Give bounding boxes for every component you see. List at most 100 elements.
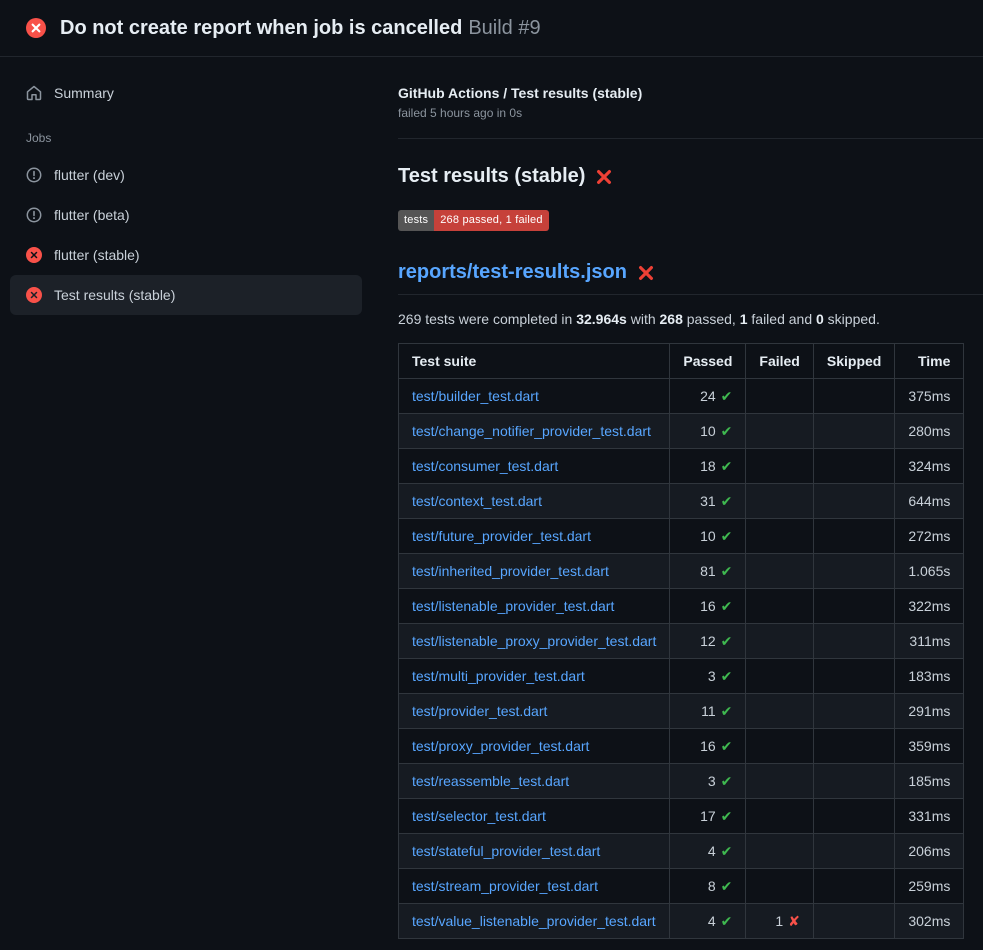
suite-cell: test/consumer_test.dart xyxy=(399,449,670,484)
passed-cell: 4✔ xyxy=(670,904,746,939)
test-results-table: Test suitePassedFailedSkippedTime test/b… xyxy=(398,343,964,939)
suite-cell: test/reassemble_test.dart xyxy=(399,764,670,799)
check-icon: ✔ xyxy=(721,563,733,579)
test-suite-link[interactable]: test/reassemble_test.dart xyxy=(412,773,569,789)
test-suite-link[interactable]: test/provider_test.dart xyxy=(412,703,547,719)
test-suite-link[interactable]: test/value_listenable_provider_test.dart xyxy=(412,913,656,929)
test-suite-link[interactable]: test/consumer_test.dart xyxy=(412,458,558,474)
test-suite-link[interactable]: test/listenable_proxy_provider_test.dart xyxy=(412,633,656,649)
failed-cell: 1✘ xyxy=(746,904,813,939)
sidebar-item-job[interactable]: Test results (stable) xyxy=(10,275,362,315)
failed-cell xyxy=(746,869,813,904)
test-suite-link[interactable]: test/future_provider_test.dart xyxy=(412,528,591,544)
page-header: Do not create report when job is cancell… xyxy=(0,0,983,57)
badge-value: 268 passed, 1 failed xyxy=(434,210,548,231)
sidebar-item-job[interactable]: flutter (stable) xyxy=(10,235,362,275)
passed-cell: 11✔ xyxy=(670,694,746,729)
test-suite-link[interactable]: test/stateful_provider_test.dart xyxy=(412,843,600,859)
column-header: Test suite xyxy=(399,344,670,379)
check-icon: ✔ xyxy=(721,808,733,824)
job-label: flutter (beta) xyxy=(54,205,129,225)
test-suite-link[interactable]: test/listenable_provider_test.dart xyxy=(412,598,614,614)
passed-cell: 4✔ xyxy=(670,834,746,869)
time-cell: 311ms xyxy=(895,624,964,659)
passed-count: 4 xyxy=(708,913,716,929)
sidebar-item-summary[interactable]: Summary xyxy=(10,73,362,113)
passed-count: 24 xyxy=(700,388,716,404)
test-suite-link[interactable]: test/selector_test.dart xyxy=(412,808,546,824)
badge-label: tests xyxy=(398,210,434,231)
table-row: test/provider_test.dart11✔291ms xyxy=(399,694,964,729)
test-suite-link[interactable]: test/proxy_provider_test.dart xyxy=(412,738,589,754)
sidebar-item-job[interactable]: flutter (dev) xyxy=(10,155,362,195)
job-label: Test results (stable) xyxy=(54,285,175,305)
suite-cell: test/listenable_proxy_provider_test.dart xyxy=(399,624,670,659)
table-row: test/multi_provider_test.dart3✔183ms xyxy=(399,659,964,694)
time-cell: 324ms xyxy=(895,449,964,484)
check-icon: ✔ xyxy=(721,528,733,544)
time-cell: 359ms xyxy=(895,729,964,764)
time-cell: 185ms xyxy=(895,764,964,799)
failed-cell xyxy=(746,519,813,554)
page-title: Do not create report when job is cancell… xyxy=(60,17,541,40)
passed-cell: 16✔ xyxy=(670,729,746,764)
table-row: test/stateful_provider_test.dart4✔206ms xyxy=(399,834,964,869)
check-icon: ✔ xyxy=(721,773,733,789)
skipped-cell xyxy=(813,484,894,519)
test-suite-link[interactable]: test/context_test.dart xyxy=(412,493,542,509)
failed-x-icon xyxy=(637,264,655,282)
suite-cell: test/builder_test.dart xyxy=(399,379,670,414)
suite-cell: test/multi_provider_test.dart xyxy=(399,659,670,694)
table-row: test/consumer_test.dart18✔324ms xyxy=(399,449,964,484)
check-icon: ✔ xyxy=(721,633,733,649)
check-run-page: Do not create report when job is cancell… xyxy=(0,0,983,950)
summary-text: failed and xyxy=(748,311,817,327)
column-header: Time xyxy=(895,344,964,379)
suite-cell: test/future_provider_test.dart xyxy=(399,519,670,554)
skipped-cell xyxy=(813,519,894,554)
test-suite-link[interactable]: test/multi_provider_test.dart xyxy=(412,668,585,684)
passed-count: 3 xyxy=(708,773,716,789)
time-cell: 272ms xyxy=(895,519,964,554)
test-suite-link[interactable]: test/builder_test.dart xyxy=(412,388,539,404)
failed-cell xyxy=(746,589,813,624)
main-content: GitHub Actions / Test results (stable) f… xyxy=(380,57,983,950)
test-suite-link[interactable]: test/stream_provider_test.dart xyxy=(412,878,598,894)
report-file-link[interactable]: reports/test-results.json xyxy=(398,261,627,284)
passed-cell: 3✔ xyxy=(670,764,746,799)
column-header: Passed xyxy=(670,344,746,379)
sidebar-item-job[interactable]: flutter (beta) xyxy=(10,195,362,235)
failed-cell xyxy=(746,414,813,449)
check-icon: ✔ xyxy=(721,703,733,719)
passed-cell: 10✔ xyxy=(670,519,746,554)
section-title: Test results (stable) xyxy=(398,165,983,188)
skipped-cell xyxy=(813,659,894,694)
suite-cell: test/stateful_provider_test.dart xyxy=(399,834,670,869)
time-cell: 183ms xyxy=(895,659,964,694)
x-icon: ✘ xyxy=(788,913,800,929)
table-row: test/stream_provider_test.dart8✔259ms xyxy=(399,869,964,904)
table-row: test/value_listenable_provider_test.dart… xyxy=(399,904,964,939)
skipped-cell xyxy=(813,764,894,799)
check-icon: ✔ xyxy=(721,598,733,614)
time-cell: 375ms xyxy=(895,379,964,414)
table-row: test/selector_test.dart17✔331ms xyxy=(399,799,964,834)
summary-text: skipped. xyxy=(824,311,880,327)
sidebar-item-label: Summary xyxy=(54,83,114,103)
suite-cell: test/listenable_provider_test.dart xyxy=(399,589,670,624)
test-suite-link[interactable]: test/inherited_provider_test.dart xyxy=(412,563,609,579)
test-suite-link[interactable]: test/change_notifier_provider_test.dart xyxy=(412,423,651,439)
summary-sentence: 269 tests were completed in 32.964s with… xyxy=(398,311,983,327)
passed-count: 16 xyxy=(700,738,716,754)
passed-count: 31 xyxy=(700,493,716,509)
sidebar: Summary Jobs flutter (dev)flutter (beta)… xyxy=(0,57,380,331)
failed-cell xyxy=(746,484,813,519)
column-header: Skipped xyxy=(813,344,894,379)
job-label: flutter (dev) xyxy=(54,165,125,185)
failed-cell xyxy=(746,834,813,869)
suite-cell: test/provider_test.dart xyxy=(399,694,670,729)
time-cell: 322ms xyxy=(895,589,964,624)
passed-cell: 17✔ xyxy=(670,799,746,834)
skipped-cell xyxy=(813,624,894,659)
table-row: test/proxy_provider_test.dart 16✔ 359ms xyxy=(399,729,964,764)
